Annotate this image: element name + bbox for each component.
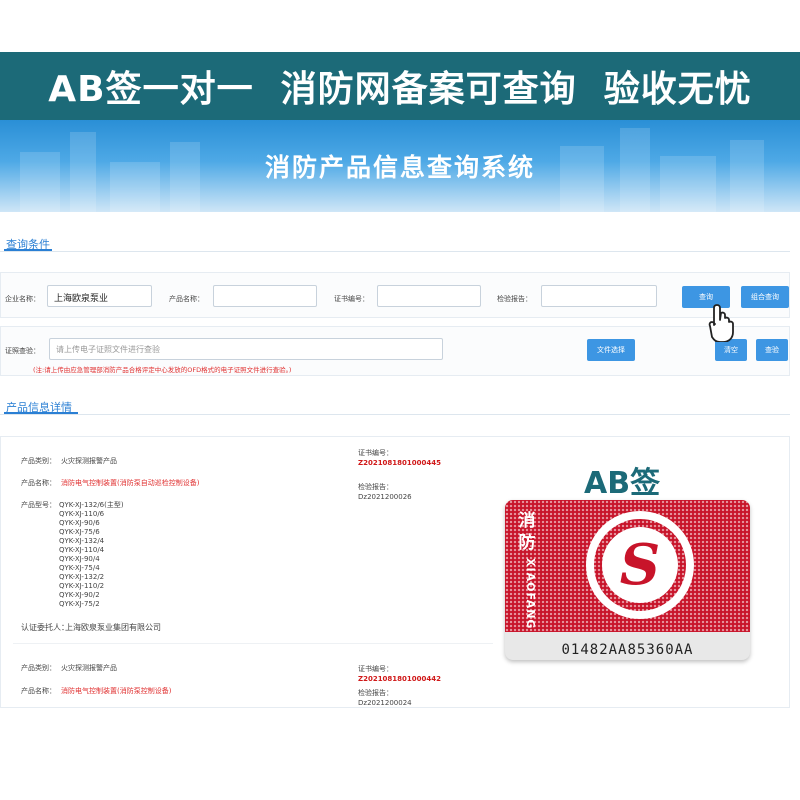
model-item: QYK-XJ-132/6(主型) [59,501,124,509]
check-button[interactable]: 查验 [756,339,788,361]
record2-cert-label: 证书编号： [358,665,393,673]
verify-label: 证照查验： [5,347,40,355]
query-panel: 企业名称： 上海欧泉泵业 产品名称： 证书编号： 检验报告： 查询 组合查询 [0,272,790,318]
verify-panel: 证照查验： 请上传电子证照文件进行查验 文件选择 清空 查验 (注:请上传由应急… [0,326,790,376]
record1-client-value: 上海欧泉泵业集团有限公司 [65,623,161,632]
s-logo-letter: S [620,532,660,598]
record1-cert-value: Z2021081801000445 [358,459,442,467]
record1-model-list: QYK-XJ-132/6(主型) QYK-XJ-110/6 QYK-XJ-90/… [59,501,124,609]
record2-report-label: 检验报告： [358,689,393,697]
record1-cert-label: 证书编号： [358,449,393,457]
cert-input[interactable] [377,285,481,307]
upload-note: (注:请上传由应急管理部消防产品合格评定中心发放的OFD格式的电子证照文件进行查… [33,366,292,374]
model-item: QYK-XJ-110/6 [59,510,105,518]
sticker-char-1: 消 [518,511,536,531]
product-label: 产品名称： [169,295,204,303]
record1-category-label: 产品类别： [21,457,56,465]
cert-label: 证书编号： [334,295,369,303]
file-select-button[interactable]: 文件选择 [587,339,635,361]
model-item: QYK-XJ-90/6 [59,519,100,527]
model-item: QYK-XJ-90/2 [59,591,100,599]
banner-text: AB签一对一 消防网备案可查询 验收无忧 [48,69,752,110]
s-logo-icon: S [586,511,694,619]
record2-cert-value: Z2021081801000442 [358,675,442,683]
record1-name-value: 消防电气控制装置(消防泵自动巡检控制设备) [61,479,200,487]
system-header: 消防产品信息查询系统 [0,120,800,212]
model-item: QYK-XJ-75/6 [59,528,100,536]
sticker-serial-number: 01482AA85360AA [561,642,694,658]
report-input[interactable] [541,285,657,307]
company-input[interactable]: 上海欧泉泵业 [47,285,152,307]
record1-model-label: 产品型号： [21,501,56,509]
company-label: 企业名称： [5,295,40,303]
sticker-pinyin: XIAOFANG [524,558,537,630]
record2-report-value: Dz2021200024 [358,699,412,707]
sticker-side-text: 消 防 XIAOFANG [513,510,541,630]
sticker-char-2: 防 [518,533,536,553]
model-item: QYK-XJ-110/2 [59,582,105,590]
model-item: QYK-XJ-90/4 [59,555,100,563]
model-item: QYK-XJ-110/4 [59,546,105,554]
model-item: QYK-XJ-132/2 [59,573,105,581]
ab-label-title: AB签 [584,466,661,501]
record1-category-value: 火灾探测报警产品 [61,457,117,465]
model-item: QYK-XJ-132/4 [59,537,105,545]
record1-report-label: 检验报告： [358,483,393,491]
clear-button[interactable]: 清空 [715,339,747,361]
record1-name-label: 产品名称： [21,479,56,487]
record2-category-label: 产品类别： [21,664,56,672]
combo-search-button[interactable]: 组合查询 [741,286,789,308]
record1-client-label: 认证委托人： [21,623,69,632]
record1-report-value: Dz2021200026 [358,493,412,501]
report-label: 检验报告： [497,295,532,303]
record2-name-value: 消防电气控制装置(消防泵控制设备) [61,687,172,695]
model-item: QYK-XJ-75/2 [59,600,100,608]
fire-protection-sticker: 消 防 XIAOFANG S 01482AA85360AA [505,500,750,660]
system-title: 消防产品信息查询系统 [264,153,535,182]
hand-pointer-icon [708,304,734,342]
record2-category-value: 火灾探测报警产品 [61,664,117,672]
promo-banner: AB签一对一 消防网备案可查询 验收无忧 [0,52,800,120]
product-input[interactable] [213,285,317,307]
model-item: QYK-XJ-75/4 [59,564,100,572]
verify-file-input[interactable]: 请上传电子证照文件进行查验 [49,338,443,360]
record2-name-label: 产品名称： [21,687,56,695]
